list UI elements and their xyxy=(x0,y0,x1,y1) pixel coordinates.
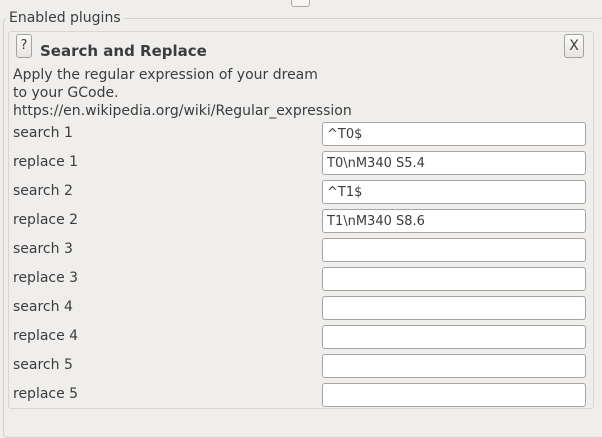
search-2-input[interactable] xyxy=(322,180,586,204)
search-5-input[interactable] xyxy=(322,354,586,378)
description-link: https://en.wikipedia.org/wiki/Regular_ex… xyxy=(13,103,352,119)
replace-4-input[interactable] xyxy=(322,325,586,349)
help-button[interactable]: ? xyxy=(16,34,32,58)
search-4-label: search 4 xyxy=(13,299,73,315)
replace-1-input[interactable] xyxy=(322,151,586,175)
replace-3-input[interactable] xyxy=(322,267,586,291)
close-button[interactable]: X xyxy=(564,34,584,58)
search-5-label: search 5 xyxy=(13,357,73,373)
replace-2-label: replace 2 xyxy=(13,212,79,228)
replace-4-label: replace 4 xyxy=(13,328,79,344)
description-line-1: Apply the regular expression of your dre… xyxy=(13,67,318,83)
replace-5-input[interactable] xyxy=(322,383,586,407)
plugin-description: Apply the regular expression of your dre… xyxy=(13,66,433,120)
group-title: Enabled plugins xyxy=(6,9,124,27)
replace-3-label: replace 3 xyxy=(13,270,79,286)
plugin-title: Search and Replace xyxy=(40,42,207,60)
search-2-label: search 2 xyxy=(13,183,73,199)
splitter-handle[interactable] xyxy=(291,0,310,7)
search-4-input[interactable] xyxy=(322,296,586,320)
search-3-input[interactable] xyxy=(322,238,586,262)
replace-2-input[interactable] xyxy=(322,209,586,233)
replace-1-label: replace 1 xyxy=(13,154,79,170)
replace-5-label: replace 5 xyxy=(13,386,79,402)
search-1-input[interactable] xyxy=(322,122,586,146)
description-line-2: to your GCode. xyxy=(13,85,119,101)
search-3-label: search 3 xyxy=(13,241,73,257)
search-1-label: search 1 xyxy=(13,125,73,141)
